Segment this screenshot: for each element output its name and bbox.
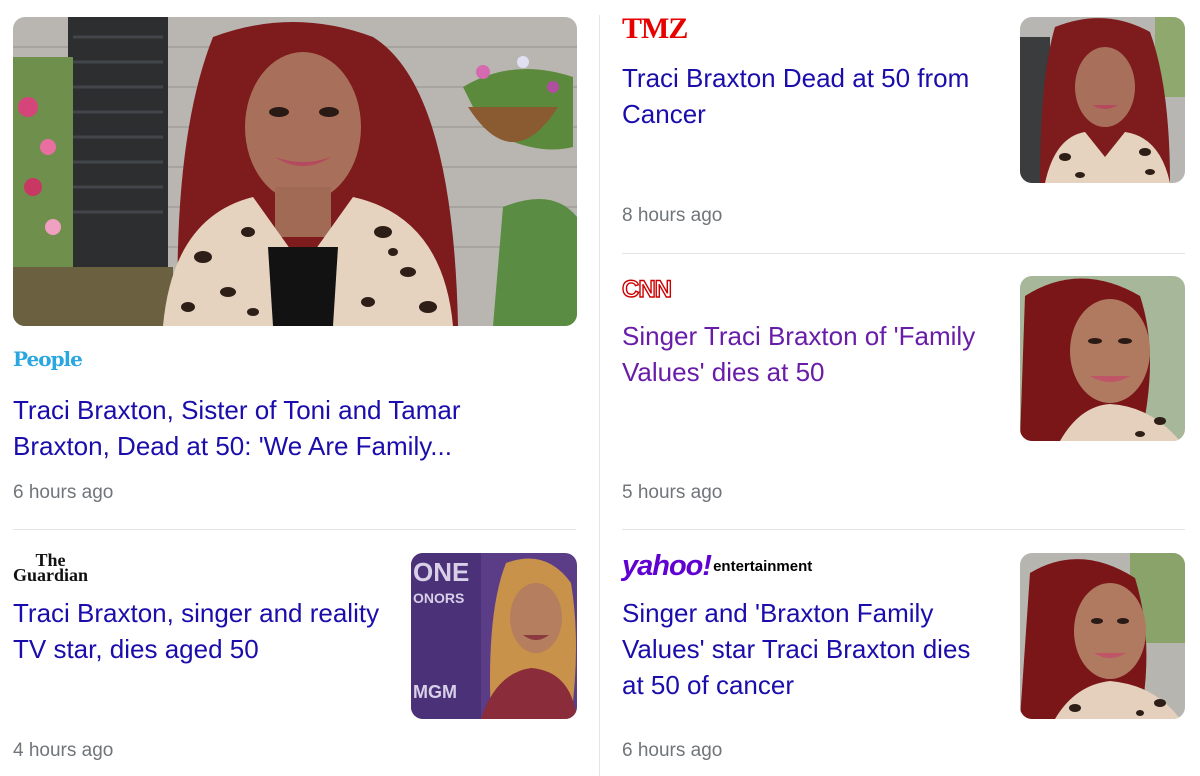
source-logo-yahoo: yahoo! entertainment [622, 550, 812, 583]
article-title[interactable]: Singer Traci Braxton of 'Family Values' … [622, 318, 992, 390]
article-title[interactable]: Singer and 'Braxton Family Values' star … [622, 595, 992, 703]
row-divider [622, 253, 1185, 254]
source-logo-cnn: CNN [621, 275, 672, 303]
news-card-yahoo[interactable]: yahoo! entertainment Singer and 'Braxton … [622, 550, 1185, 776]
source-logo-yahoo-mark: yahoo! [622, 550, 712, 582]
article-thumbnail [1020, 553, 1185, 719]
article-time: 8 hours ago [622, 205, 723, 226]
news-card-tmz[interactable]: TMZ Traci Braxton Dead at 50 from Cancer… [622, 10, 1185, 235]
article-thumbnail [1020, 276, 1185, 441]
column-divider [599, 15, 600, 776]
source-logo-people: People [13, 347, 83, 371]
article-time: 6 hours ago [622, 740, 723, 761]
article-title[interactable]: Traci Braxton, Sister of Toni and Tamar … [13, 392, 553, 464]
article-image [13, 17, 577, 326]
source-logo-guardian: The Guardian [13, 551, 89, 585]
news-card-guardian[interactable]: The Guardian Traci Braxton, singer and r… [13, 550, 577, 776]
svg-text:ONE: ONE [413, 557, 469, 587]
svg-text:MGM: MGM [413, 682, 457, 702]
article-time: 4 hours ago [13, 740, 114, 761]
article-title[interactable]: Traci Braxton Dead at 50 from Cancer [622, 60, 992, 132]
row-divider [622, 529, 1185, 530]
news-card-people[interactable]: People Traci Braxton, Sister of Toni and… [13, 17, 577, 512]
article-title[interactable]: Traci Braxton, singer and reality TV sta… [13, 595, 393, 667]
article-thumbnail [1020, 17, 1185, 183]
article-time: 5 hours ago [622, 482, 723, 503]
source-logo-yahoo-suffix: entertainment [713, 558, 813, 575]
news-card-cnn[interactable]: CNN Singer Traci Braxton of 'Family Valu… [621, 270, 1185, 510]
article-time: 6 hours ago [13, 482, 114, 503]
svg-text:ONORS: ONORS [413, 590, 464, 606]
article-thumbnail: ONE ONORS MGM [411, 553, 577, 719]
row-divider [13, 529, 576, 530]
source-logo-line: Guardian [13, 565, 89, 585]
source-logo-tmz: TMZ [622, 12, 688, 45]
